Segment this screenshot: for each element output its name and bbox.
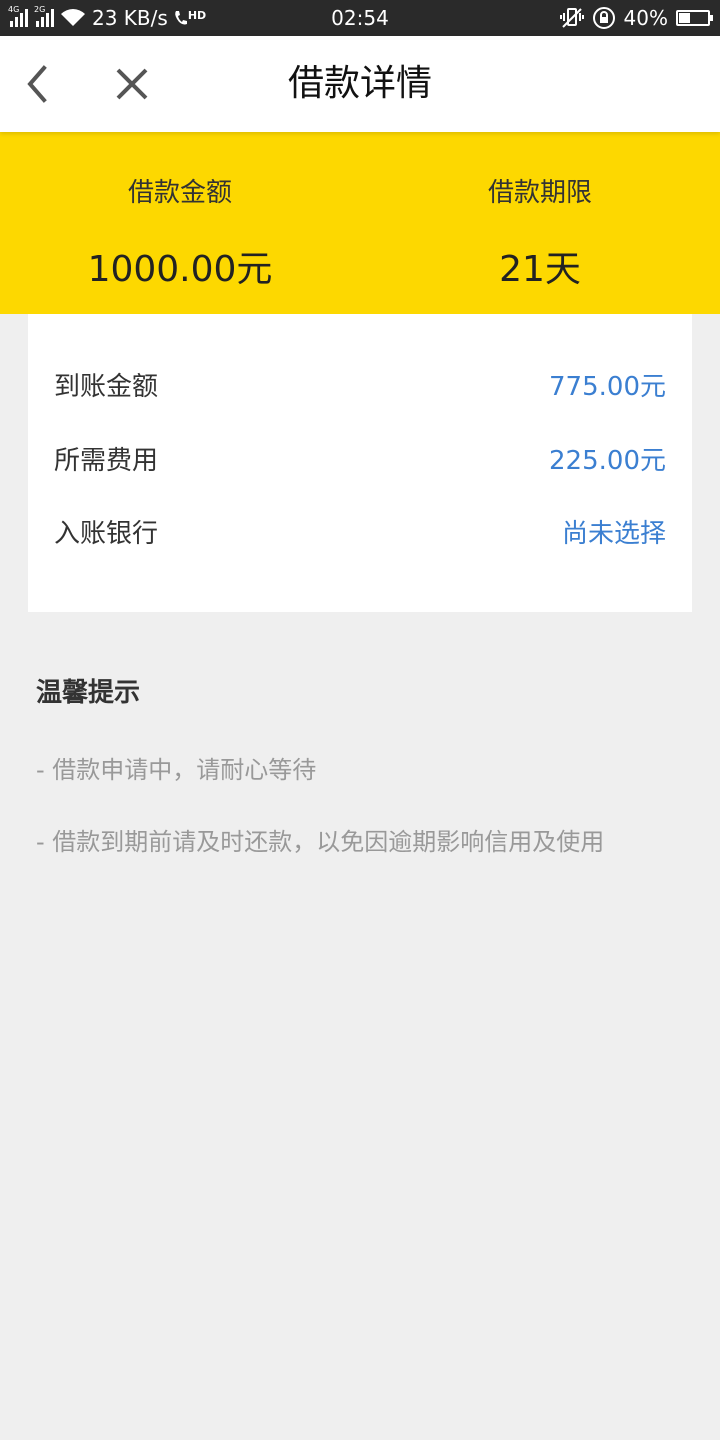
detail-row-received-amount: 到账金额 775.00元 [28,357,692,417]
loan-term-label: 借款期限 [487,178,592,208]
battery-level-fill [679,13,690,23]
tip-item: - 借款到期前请及时还款，以免因逾期影响信用及使用 [36,828,605,856]
detail-label: 到账金额 [54,372,159,402]
detail-row-bank[interactable]: 入账银行 尚未选择 [28,504,692,564]
loan-term-value: 21天 [499,249,581,290]
battery-icon [676,10,713,26]
status-right: 40% [559,0,713,36]
battery-percent: 40% [623,6,668,30]
loan-summary: 借款金额 1000.00元 借款期限 21天 [0,132,720,314]
detail-value: 775.00元 [549,372,666,402]
detail-label: 入账银行 [54,519,159,549]
nav-bar: 借款详情 [0,36,720,132]
loan-detail-card: 到账金额 775.00元 所需费用 225.00元 入账银行 尚未选择 [28,314,692,612]
select-bank-link[interactable]: 尚未选择 [562,504,666,564]
tip-item: - 借款申请中，请耐心等待 [36,756,317,784]
page-title: 借款详情 [287,63,432,104]
loan-amount-label: 借款金额 [127,178,232,208]
loan-term-block: 借款期限 21天 [360,132,720,314]
detail-row-fees: 所需费用 225.00元 [28,431,692,491]
rotation-lock-icon [592,7,615,29]
detail-value: 225.00元 [549,446,666,476]
loan-amount-block: 借款金额 1000.00元 [0,132,360,314]
loan-amount-value: 1000.00元 [87,249,273,290]
status-bar: 4G 2G 23 KB/s HD 02:54 40% [0,0,720,36]
tips-title: 温馨提示 [36,678,141,708]
detail-label: 所需费用 [54,446,159,476]
vibrate-icon [559,8,584,28]
